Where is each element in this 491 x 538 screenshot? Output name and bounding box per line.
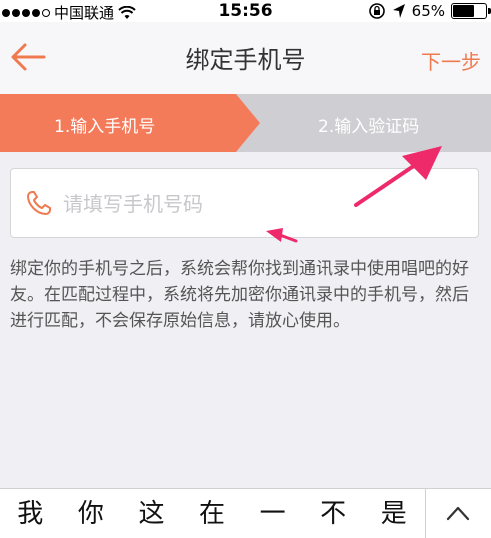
location-icon (392, 4, 405, 18)
next-step-button[interactable]: 下一步 (421, 46, 481, 75)
page-title: 绑定手机号 (185, 46, 306, 74)
battery-percent: 65% (411, 2, 445, 20)
keyboard-suggestion-bar: 我 你 这 在 一 不 是 (0, 488, 491, 538)
suggestion-item[interactable]: 一 (242, 489, 303, 538)
battery-icon (451, 3, 491, 19)
status-bar: 中国联通 15:56 65% (0, 0, 491, 22)
suggestion-item[interactable]: 你 (61, 489, 122, 538)
step-2-label: 2.输入验证码 (318, 117, 420, 137)
navigation-bar: 绑定手机号 下一步 (0, 22, 491, 94)
phone-number-input[interactable] (63, 185, 463, 223)
step-indicator: 1.输入手机号 2.输入验证码 (0, 94, 491, 152)
status-right: 65% (368, 2, 491, 20)
suggestion-item[interactable]: 这 (121, 489, 182, 538)
suggestion-list: 我 你 这 在 一 不 是 (0, 489, 424, 538)
phone-icon (27, 191, 51, 215)
step-1-label: 1.输入手机号 (54, 117, 156, 137)
suggestion-item[interactable]: 在 (182, 489, 243, 538)
expand-suggestions-button[interactable] (425, 489, 491, 538)
suggestion-item[interactable]: 我 (0, 489, 61, 538)
rotation-lock-icon (368, 3, 385, 19)
chevron-up-icon (446, 506, 470, 521)
binding-description: 绑定你的手机号之后，系统会帮你找到通讯录中使用唱吧的好友。在匹配过程中，系统将先… (10, 259, 469, 331)
suggestion-item[interactable]: 不 (303, 489, 364, 538)
suggestion-item[interactable]: 是 (363, 489, 424, 538)
phone-input-box[interactable] (10, 168, 479, 238)
